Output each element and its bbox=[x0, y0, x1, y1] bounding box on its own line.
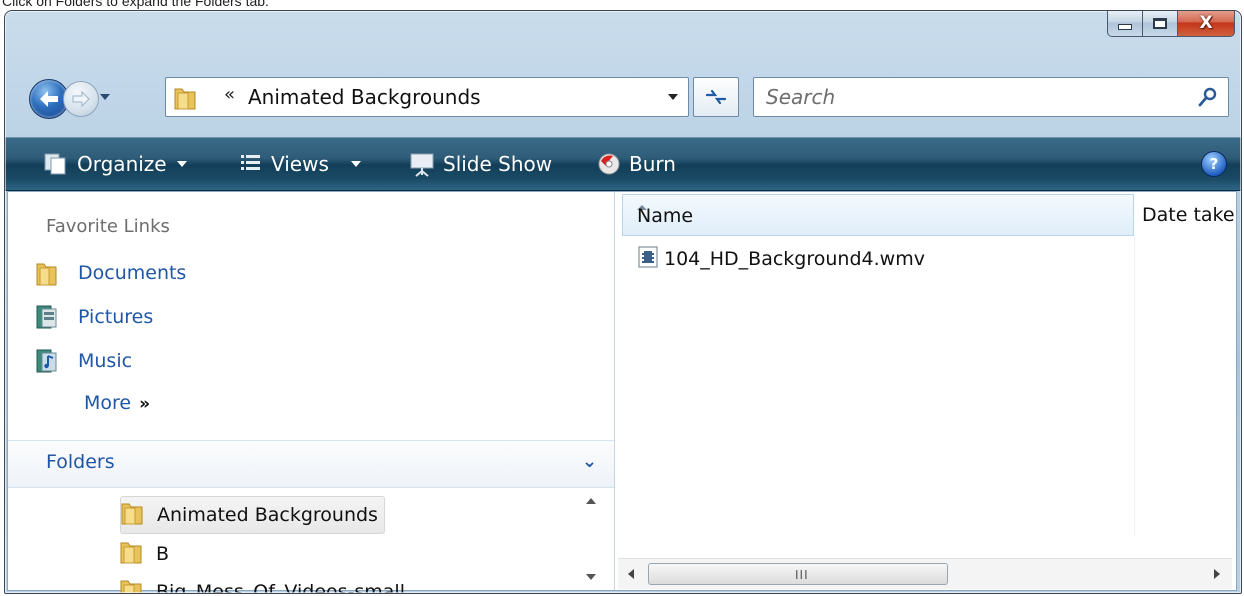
tree-item-animated-backgrounds[interactable]: Animated Backgrounds bbox=[120, 496, 385, 534]
address-path[interactable]: Animated Backgrounds bbox=[248, 85, 481, 109]
search-box[interactable]: Search bbox=[753, 77, 1229, 117]
scroll-left-arrow-icon[interactable] bbox=[628, 569, 634, 579]
navigation-pane: Favorite Links Documents Pictures Music bbox=[8, 192, 615, 593]
back-arrow-icon bbox=[40, 91, 58, 107]
refresh-button[interactable] bbox=[693, 77, 739, 117]
slideshow-icon bbox=[409, 151, 435, 177]
slideshow-button[interactable]: Slide Show bbox=[409, 138, 552, 190]
double-chevron-icon: » bbox=[139, 394, 151, 414]
organize-icon bbox=[43, 152, 69, 176]
favorite-link-label: Documents bbox=[78, 262, 187, 284]
more-links-button[interactable]: More » bbox=[84, 392, 150, 414]
organize-button[interactable]: Organize bbox=[43, 138, 187, 190]
file-row[interactable]: 104_HD_Background4.wmv bbox=[638, 244, 925, 274]
video-file-icon bbox=[638, 246, 658, 273]
chevron-down-icon bbox=[176, 161, 187, 167]
horizontal-scrollbar[interactable]: III bbox=[618, 558, 1232, 589]
address-dropdown-button[interactable] bbox=[658, 78, 688, 116]
scroll-up-arrow-icon[interactable] bbox=[586, 498, 596, 504]
address-bar[interactable]: « Animated Backgrounds bbox=[165, 77, 689, 117]
burn-disc-icon bbox=[597, 152, 621, 176]
chevron-down-icon[interactable]: ⌄ bbox=[582, 451, 597, 472]
documents-folder-icon bbox=[36, 260, 58, 286]
scroll-grip: III bbox=[795, 568, 809, 582]
scroll-right-arrow-icon[interactable] bbox=[1214, 569, 1220, 579]
views-label: Views bbox=[271, 152, 329, 176]
chevron-down-icon bbox=[350, 161, 361, 167]
folders-header[interactable]: Folders ⌄ bbox=[8, 440, 614, 488]
file-name: 104_HD_Background4.wmv bbox=[664, 248, 925, 270]
tree-item-b[interactable]: B bbox=[120, 536, 169, 572]
content-area: Favorite Links Documents Pictures Music bbox=[7, 191, 1237, 593]
folder-tree-scrollbar[interactable] bbox=[580, 488, 604, 590]
search-icon[interactable] bbox=[1198, 87, 1218, 111]
window-controls: X bbox=[1107, 11, 1235, 37]
slideshow-label: Slide Show bbox=[443, 152, 553, 176]
chevron-down-icon bbox=[668, 94, 678, 100]
search-placeholder: Search bbox=[766, 85, 836, 109]
favorite-link-label: Music bbox=[78, 350, 133, 372]
burn-button[interactable]: Burn bbox=[597, 138, 676, 190]
folder-icon bbox=[174, 86, 196, 114]
close-button[interactable]: X bbox=[1178, 11, 1235, 37]
column-header-date-taken[interactable]: Date taken bbox=[1134, 194, 1236, 236]
more-label: More bbox=[84, 392, 132, 414]
maximize-button[interactable] bbox=[1143, 11, 1178, 37]
folder-icon bbox=[121, 501, 143, 530]
views-button[interactable]: Views bbox=[239, 138, 361, 190]
forward-arrow-icon bbox=[72, 91, 90, 107]
close-icon: X bbox=[1199, 13, 1213, 33]
navigation-bar: « Animated Backgrounds Search bbox=[5, 67, 1241, 127]
tree-item-label: Big_Mess_Of_Videos-small bbox=[156, 581, 405, 594]
column-name-label: Name bbox=[637, 205, 694, 227]
burn-label: Burn bbox=[629, 152, 676, 176]
favorite-link-label: Pictures bbox=[78, 306, 154, 328]
pictures-icon bbox=[36, 304, 58, 330]
folder-icon bbox=[120, 578, 142, 593]
tree-item-label: Animated Backgrounds bbox=[157, 504, 378, 526]
column-header-name[interactable]: Name bbox=[622, 194, 1134, 236]
help-button[interactable]: ? bbox=[1201, 151, 1227, 177]
recent-pages-dropdown[interactable] bbox=[100, 94, 110, 100]
minimize-button[interactable] bbox=[1107, 11, 1143, 37]
organize-label: Organize bbox=[77, 152, 167, 176]
views-icon bbox=[239, 153, 263, 175]
favorite-links-title: Favorite Links bbox=[46, 216, 170, 237]
tree-item-label: B bbox=[156, 543, 170, 565]
folders-title: Folders bbox=[46, 451, 115, 473]
refresh-icon bbox=[705, 89, 727, 105]
scrollbar-thumb[interactable]: III bbox=[648, 563, 948, 585]
favorite-link-music[interactable]: Music bbox=[36, 346, 132, 376]
music-icon bbox=[36, 348, 58, 374]
explorer-window: X « Animated Backgrounds Search Organize… bbox=[4, 10, 1242, 594]
minimize-icon bbox=[1118, 24, 1132, 30]
favorite-link-pictures[interactable]: Pictures bbox=[36, 302, 153, 332]
folder-icon bbox=[120, 540, 142, 569]
tree-item-big-mess-of-videos[interactable]: Big_Mess_Of_Videos-small bbox=[120, 574, 405, 594]
address-overflow-chevron[interactable]: « bbox=[224, 84, 235, 105]
maximize-icon bbox=[1153, 17, 1167, 29]
scroll-down-arrow-icon[interactable] bbox=[586, 574, 596, 580]
favorite-link-documents[interactable]: Documents bbox=[36, 258, 186, 288]
file-list-pane: Name Date taken 104_HD_Background4.wmv I… bbox=[616, 192, 1236, 590]
column-divider bbox=[1134, 236, 1135, 536]
instruction-text: Click on Folders to expand the Folders t… bbox=[2, 0, 269, 9]
column-date-label: Date taken bbox=[1142, 204, 1236, 226]
command-bar: Organize Views Slide Show Burn ? bbox=[5, 137, 1241, 191]
forward-button[interactable] bbox=[63, 81, 99, 117]
